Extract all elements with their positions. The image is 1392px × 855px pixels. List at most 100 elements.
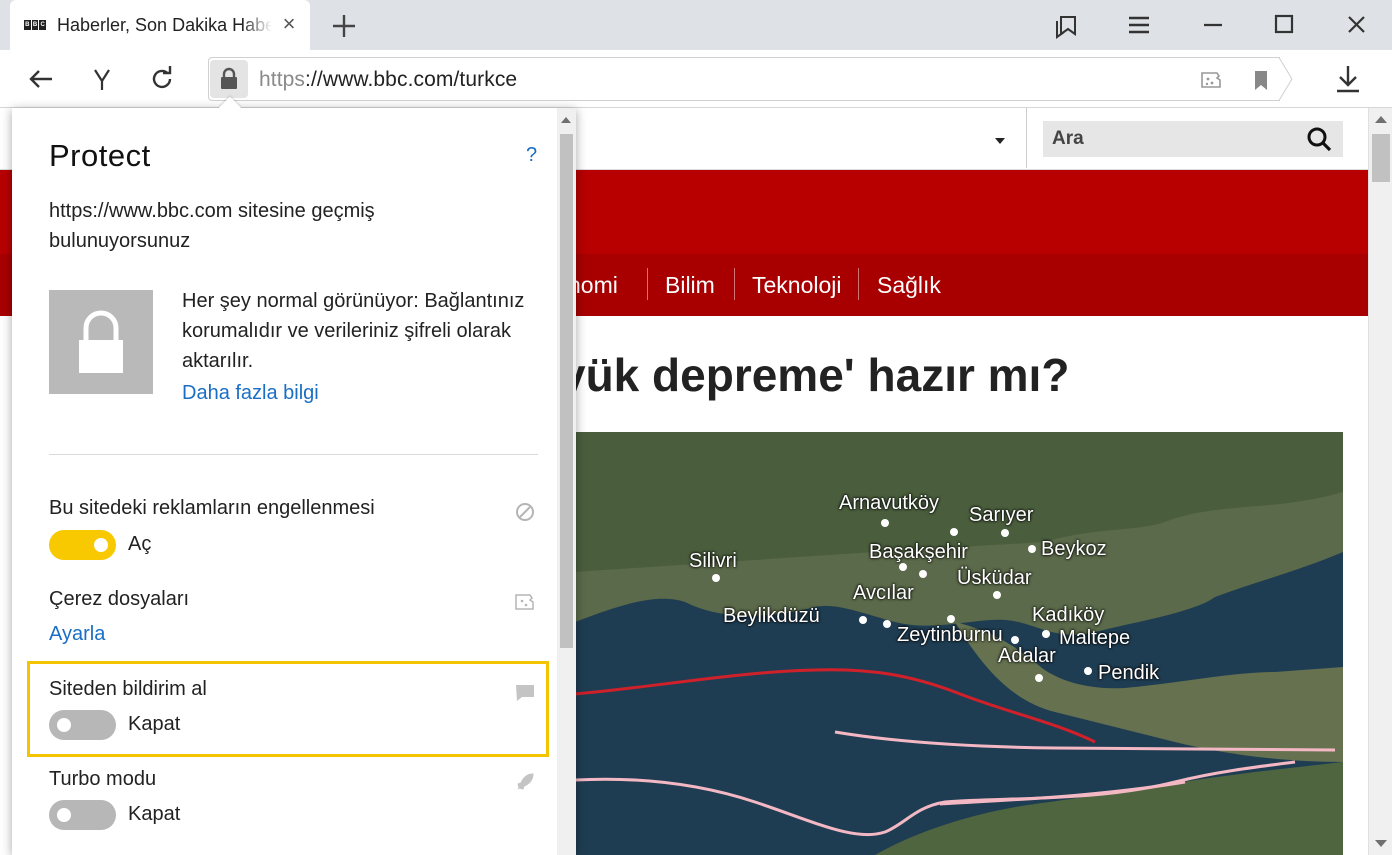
map-label: Arnavutköy <box>839 492 940 514</box>
map-label: Avcılar <box>853 582 914 604</box>
favicon-letter: B <box>31 20 39 30</box>
new-tab-button[interactable] <box>328 10 360 42</box>
map-dot <box>950 528 958 536</box>
favicon-letter: B <box>24 20 31 30</box>
minimize-button[interactable] <box>1196 8 1230 42</box>
favicon-letter: C <box>39 20 47 30</box>
toggle-knob <box>57 718 71 732</box>
rocket-icon <box>517 773 534 790</box>
tab-close-icon[interactable]: × <box>278 13 300 35</box>
map-dot <box>1028 545 1036 553</box>
browser-toolbar: https://www.bbc.com/turkce <box>0 50 1392 108</box>
address-bar[interactable]: https://www.bbc.com/turkce <box>208 57 1280 101</box>
url-scheme: https <box>259 68 306 91</box>
scrollbar-thumb[interactable] <box>1372 134 1390 182</box>
protect-button[interactable] <box>210 60 248 98</box>
maximize-button[interactable] <box>1267 8 1301 42</box>
yandex-button[interactable] <box>85 62 119 96</box>
yandex-y-icon <box>94 69 110 90</box>
toggle-knob <box>94 538 108 552</box>
map-dot <box>1042 630 1050 638</box>
reload-icon <box>152 66 172 89</box>
site-search-box[interactable]: Ara <box>1043 121 1343 157</box>
map-dot <box>993 591 1001 599</box>
map-label: Zeytinburnu <box>897 624 1003 646</box>
menu-button[interactable] <box>1122 8 1156 42</box>
chat-bubble-icon <box>516 685 534 701</box>
notifications-state: Kapat <box>128 713 181 735</box>
turbo-title: Turbo modu <box>49 768 157 790</box>
map-dot <box>883 620 891 628</box>
article-map-image: Arnavutköy Sarıyer Silivri Başakşehir Be… <box>575 432 1343 855</box>
site-status-text: https://www.bbc.com sitesine geçmiş bulu… <box>49 200 375 252</box>
caret-down-icon[interactable] <box>995 138 1005 144</box>
back-button[interactable] <box>24 62 58 96</box>
map-dot <box>919 570 927 578</box>
search-label: Ara <box>1052 128 1084 149</box>
nav-item-bilim[interactable]: Bilim <box>665 272 715 299</box>
ad-blocking-state: Aç <box>128 533 152 555</box>
plus-icon <box>333 15 355 37</box>
browser-tab[interactable]: B B C Haberler, Son Dakika Haberleri × <box>10 0 310 50</box>
panel-scrollbar[interactable] <box>557 108 576 855</box>
lock-icon <box>221 67 237 89</box>
arrow-left-icon <box>29 70 52 88</box>
map-dot <box>859 616 867 624</box>
lock-icon <box>79 310 123 373</box>
turbo-state: Kapat <box>128 803 181 825</box>
notifications-title: Siteden bildirim al <box>49 678 207 700</box>
page-scrollbar[interactable] <box>1368 108 1392 855</box>
ad-blocking-toggle[interactable] <box>49 530 116 560</box>
map-dot <box>899 563 907 571</box>
map-label: Silivri <box>689 550 737 572</box>
map-label: Beylikdüzü <box>723 605 820 627</box>
block-icon <box>516 503 534 521</box>
url-text[interactable]: https://www.bbc.com/turkce <box>259 68 517 92</box>
turbo-toggle[interactable] <box>49 800 116 830</box>
bookmark-button[interactable] <box>1249 68 1273 92</box>
close-icon <box>1348 16 1365 33</box>
toggle-knob <box>57 808 71 822</box>
article-headline[interactable]: yük depreme' hazır mı? <box>560 348 1069 402</box>
notifications-toggle[interactable] <box>49 710 116 740</box>
cookie-button[interactable] <box>1199 68 1223 92</box>
downloads-button[interactable] <box>1330 62 1366 96</box>
protect-title: Protect <box>49 138 151 173</box>
notifications-highlight <box>27 661 549 757</box>
scrollbar-thumb[interactable] <box>560 134 573 648</box>
map-label: Sarıyer <box>969 504 1034 526</box>
more-info-link[interactable]: Daha fazla bilgi <box>182 382 319 405</box>
nav-item-saglik[interactable]: Sağlık <box>877 272 941 299</box>
nav-item-teknoloji[interactable]: Teknoloji <box>752 272 842 299</box>
nav-divider <box>858 268 859 300</box>
secure-lock-icon <box>49 290 153 394</box>
map-label: Beykoz <box>1041 538 1107 560</box>
maximize-icon <box>1274 14 1294 34</box>
close-window-button[interactable] <box>1339 8 1373 42</box>
help-link[interactable]: ? <box>526 144 537 167</box>
cookie-icon <box>1201 72 1221 88</box>
map-dot <box>947 615 955 623</box>
connection-status-text: Her şey normal görünüyor: Bağlantınız ko… <box>182 290 525 372</box>
scroll-down-arrow-icon[interactable] <box>1375 840 1387 847</box>
scroll-up-arrow-icon[interactable] <box>561 117 571 123</box>
map-dot <box>712 574 720 582</box>
divider <box>49 454 538 455</box>
tabs-overview-button[interactable] <box>1050 8 1084 42</box>
map-dot <box>1084 667 1092 675</box>
ad-blocking-title: Bu sitedeki reklamların engellenmesi <box>49 497 375 519</box>
divider <box>1026 108 1027 168</box>
map-dot <box>1035 674 1043 682</box>
map-label: Kadıköy <box>1032 604 1105 626</box>
title-bar: B B C Haberler, Son Dakika Haberleri × <box>0 0 1392 50</box>
address-bar-arrow <box>1279 57 1293 101</box>
map-label: Adalar <box>998 645 1056 667</box>
download-icon <box>1337 66 1359 93</box>
map-dot <box>1001 529 1009 537</box>
cookie-icon <box>515 594 534 610</box>
scroll-up-arrow-icon[interactable] <box>1375 116 1387 123</box>
reload-button[interactable] <box>145 62 179 96</box>
cookies-settings-link[interactable]: Ayarla <box>49 623 105 646</box>
search-icon[interactable] <box>1305 125 1333 153</box>
tab-title: Haberler, Son Dakika Haberleri <box>57 15 272 35</box>
